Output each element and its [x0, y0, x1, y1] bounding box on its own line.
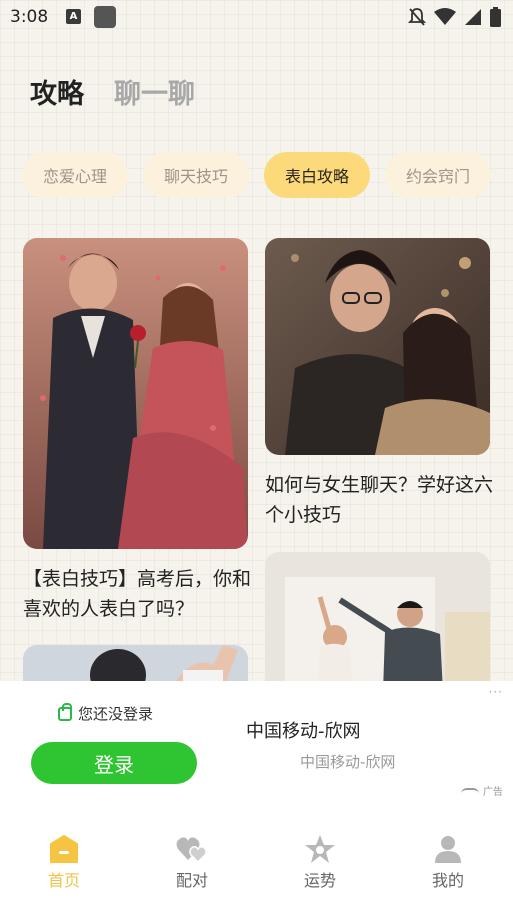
category-pill-chat-skills[interactable]: 聊天技巧: [143, 152, 249, 198]
card-image-confession[interactable]: [23, 238, 248, 549]
nav-item-home[interactable]: 首页: [24, 833, 104, 891]
nav-label-match: 配对: [175, 871, 208, 890]
bottom-nav: 首页 配对 运势 我的: [0, 811, 513, 912]
app-notification-icon: [94, 6, 116, 28]
login-hint-text: 您还没登录: [78, 705, 154, 723]
nav-item-profile[interactable]: 我的: [408, 833, 488, 891]
nav-item-fortune[interactable]: 运势: [280, 833, 360, 891]
ad-banner[interactable]: ··· 您还没登录 登录 中国移动-欣网 中国移动-欣网 广告: [0, 681, 513, 811]
signal-icon: [465, 9, 481, 25]
ad-tag: 广告: [461, 783, 503, 798]
category-pill-love-psychology[interactable]: 恋爱心理: [22, 152, 128, 198]
login-hint: 您还没登录: [58, 702, 154, 724]
card-image-chat-skills[interactable]: [265, 238, 490, 455]
battery-icon: [490, 7, 501, 27]
notifications-off-icon: [408, 8, 426, 26]
nav-label-home: 首页: [47, 871, 80, 890]
card-image-dancing-couple[interactable]: [265, 552, 490, 692]
profile-icon: [432, 833, 464, 865]
wifi-icon: [434, 8, 456, 25]
nav-item-match[interactable]: 配对: [152, 833, 232, 891]
category-pills: 恋爱心理 聊天技巧 表白攻略 约会窍门: [22, 152, 502, 198]
card-title-confession[interactable]: 【表白技巧】高考后，你和喜欢的人表白了吗？: [23, 564, 251, 624]
nav-label-fortune: 运势: [303, 871, 336, 890]
tab-strategy[interactable]: 攻略: [30, 72, 84, 111]
login-button[interactable]: 登录: [31, 742, 197, 784]
status-bar: 3:08 A: [0, 0, 513, 36]
top-tabs: 攻略 聊一聊: [30, 72, 195, 111]
status-time: 3:08: [10, 7, 49, 27]
lock-icon: [58, 702, 72, 721]
category-pill-confession[interactable]: 表白攻略: [264, 152, 370, 198]
category-pill-dating-tips[interactable]: 约会窍门: [385, 152, 491, 198]
ad-logo-icon: [461, 787, 479, 794]
tab-chat[interactable]: 聊一聊: [114, 72, 195, 111]
couple-rose-illustration: [23, 238, 248, 549]
ad-tag-label: 广告: [483, 787, 503, 798]
card-title-chat-skills[interactable]: 如何与女生聊天？学好这六个小技巧: [265, 470, 495, 530]
dancing-couple-photo: [265, 552, 490, 692]
font-a-icon: A: [66, 9, 81, 24]
star-icon: [304, 833, 336, 865]
ad-more-icon[interactable]: ···: [489, 685, 503, 699]
home-icon: [48, 833, 80, 865]
nav-label-profile: 我的: [431, 871, 464, 890]
ad-subtitle[interactable]: 中国移动-欣网: [300, 751, 395, 772]
hearts-icon: [176, 833, 208, 865]
couple-talk-illustration: [265, 238, 490, 455]
status-icons: [408, 7, 501, 27]
ad-title[interactable]: 中国移动-欣网: [246, 717, 361, 743]
